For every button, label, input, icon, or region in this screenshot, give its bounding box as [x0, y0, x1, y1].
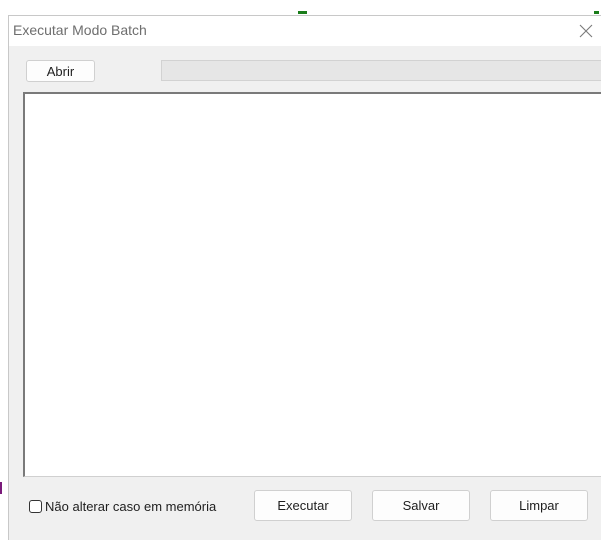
background-artifact [0, 482, 2, 494]
keep-case-label: Não alterar caso em memória [45, 498, 217, 514]
clear-button[interactable]: Limpar [490, 490, 588, 521]
keep-case-checkbox[interactable] [29, 499, 42, 513]
title-bar: Executar Modo Batch [9, 16, 601, 46]
save-button[interactable]: Salvar [372, 490, 470, 521]
close-button[interactable] [573, 18, 599, 44]
batch-script-textarea[interactable] [23, 92, 601, 477]
progress-bar [161, 60, 601, 81]
screen: Executar Modo Batch Abrir Não alterar ca… [0, 0, 601, 540]
window-title: Executar Modo Batch [13, 22, 147, 38]
keep-case-checkbox-row[interactable]: Não alterar caso em memória [29, 496, 216, 516]
open-button[interactable]: Abrir [26, 60, 95, 82]
close-icon [579, 24, 593, 38]
background-artifact [594, 11, 599, 14]
execute-button[interactable]: Executar [254, 490, 352, 521]
background-artifact [298, 11, 307, 14]
batch-mode-dialog: Executar Modo Batch Abrir Não alterar ca… [8, 15, 601, 540]
